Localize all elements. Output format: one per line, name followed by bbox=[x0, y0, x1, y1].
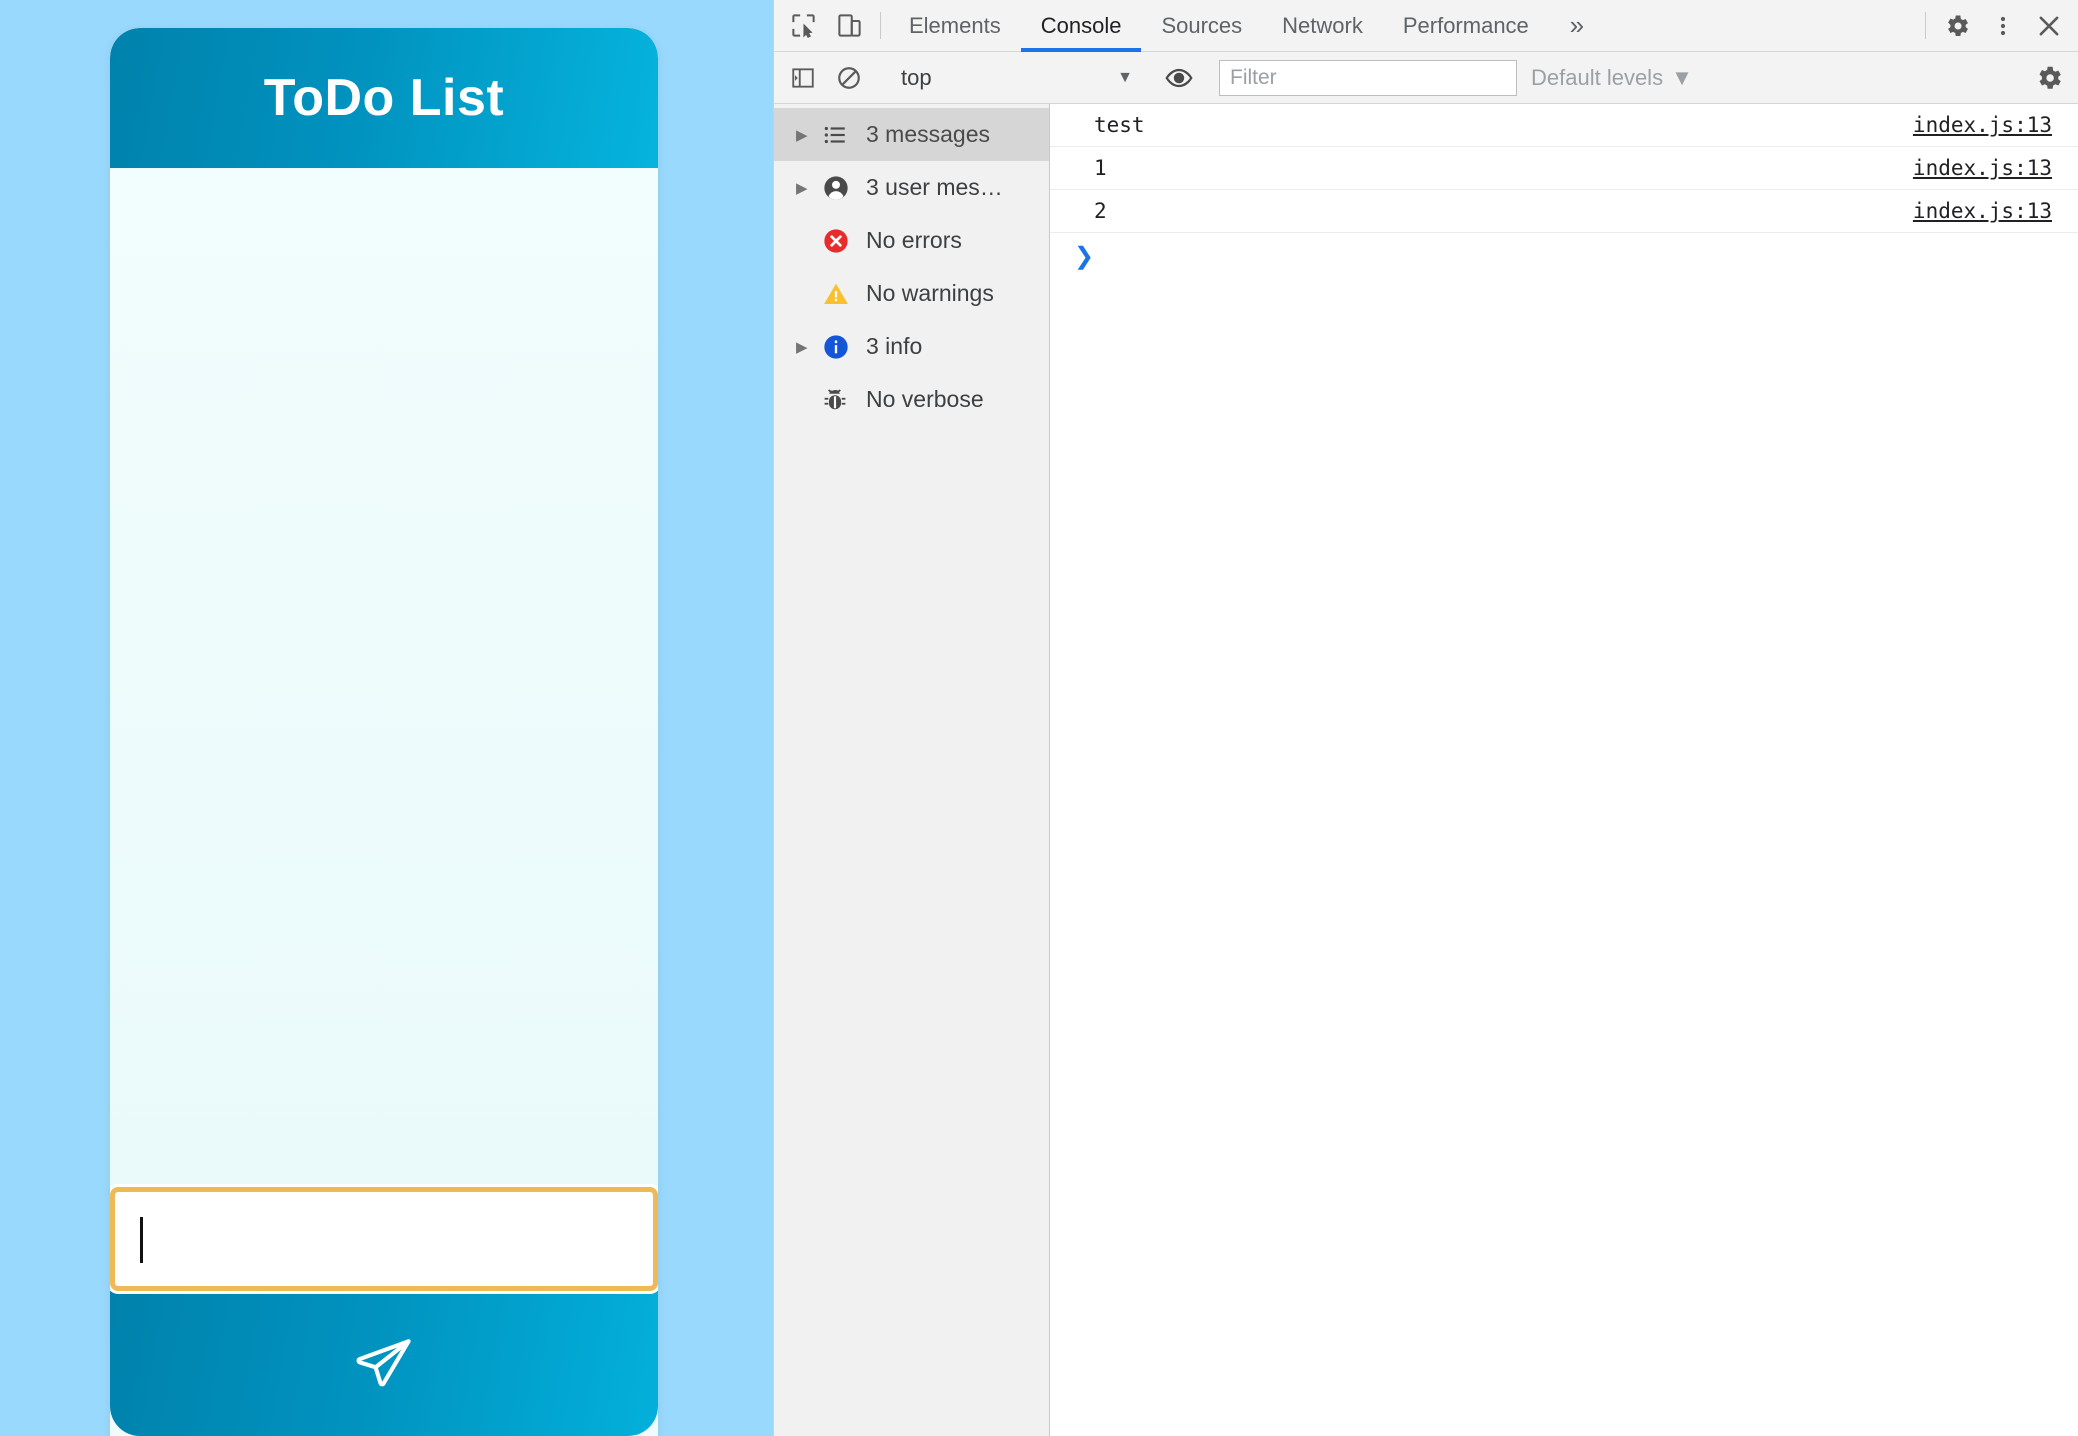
inspect-element-icon[interactable] bbox=[780, 0, 826, 51]
info-icon bbox=[822, 333, 866, 361]
disclosure-triangle-icon[interactable]: ▶ bbox=[796, 338, 822, 356]
chevron-down-icon: ▼ bbox=[1117, 68, 1133, 86]
three-dots-menu-icon[interactable] bbox=[1980, 0, 2026, 51]
todo-text-input[interactable] bbox=[110, 1187, 658, 1291]
warning-icon bbox=[822, 280, 866, 308]
sidebar-item-errors[interactable]: No errors bbox=[774, 214, 1049, 267]
sidebar-item-label: No errors bbox=[866, 227, 962, 253]
tab-elements[interactable]: Elements bbox=[889, 0, 1021, 51]
todo-header: ToDo List bbox=[110, 28, 658, 168]
devtools-tabstrip: Elements Console Sources Network Perform… bbox=[774, 0, 2078, 52]
execution-context-value: top bbox=[901, 64, 932, 90]
send-paper-plane-icon bbox=[353, 1333, 415, 1395]
console-toolbar: top ▼ Default levels ▼ bbox=[774, 52, 2078, 104]
chevron-down-icon: ▼ bbox=[1671, 64, 1693, 90]
sidebar-item-verbose[interactable]: No verbose bbox=[774, 373, 1049, 426]
disclosure-triangle-icon[interactable]: ▶ bbox=[796, 126, 822, 144]
tab-performance[interactable]: Performance bbox=[1383, 0, 1549, 51]
todo-item-list bbox=[110, 168, 658, 1187]
sidebar-item-label: 3 user mes… bbox=[866, 174, 1003, 200]
page-title: ToDo List bbox=[263, 69, 505, 127]
error-icon bbox=[822, 227, 866, 255]
console-message-row[interactable]: 2 index.js:13 bbox=[1050, 190, 2078, 233]
user-icon bbox=[822, 174, 866, 202]
console-message-row[interactable]: test index.js:13 bbox=[1050, 104, 2078, 147]
tab-sources[interactable]: Sources bbox=[1141, 0, 1262, 51]
sidebar-item-label: 3 messages bbox=[866, 121, 991, 147]
console-message-text: 1 bbox=[1094, 156, 1107, 180]
tab-console[interactable]: Console bbox=[1020, 0, 1142, 52]
console-message-source-link[interactable]: index.js:13 bbox=[1913, 156, 2052, 180]
close-icon[interactable] bbox=[2026, 0, 2072, 51]
more-tabs-icon[interactable]: » bbox=[1549, 0, 1605, 51]
toolbar-divider bbox=[1925, 12, 1926, 39]
console-message-row[interactable]: 1 index.js:13 bbox=[1050, 147, 2078, 190]
clear-console-icon[interactable] bbox=[826, 65, 872, 91]
sidebar-item-label: No verbose bbox=[866, 386, 984, 412]
todo-app-card: ToDo List bbox=[110, 28, 658, 1436]
console-message-source-link[interactable]: index.js:13 bbox=[1913, 199, 2052, 223]
prompt-chevron-icon: ❯ bbox=[1074, 242, 1095, 270]
tab-label: Performance bbox=[1402, 12, 1529, 38]
console-messages-list: test index.js:13 1 index.js:13 2 index.j… bbox=[1050, 104, 2078, 1436]
toolbar-divider bbox=[880, 12, 881, 39]
console-prompt[interactable]: ❯ bbox=[1050, 233, 2078, 279]
tab-label: Console bbox=[1040, 12, 1122, 38]
show-console-sidebar-icon[interactable] bbox=[780, 65, 826, 91]
devtools-panel: Elements Console Sources Network Perform… bbox=[773, 0, 2078, 1436]
tab-label: Sources bbox=[1161, 12, 1243, 38]
tab-label: Network bbox=[1282, 12, 1363, 38]
execution-context-dropdown[interactable]: top ▼ bbox=[889, 65, 1139, 91]
log-levels-dropdown[interactable]: Default levels ▼ bbox=[1517, 65, 1707, 91]
console-filter-input[interactable] bbox=[1219, 59, 1517, 96]
console-body: ▶ 3 messages ▶ 3 user mes… No errors No … bbox=[774, 104, 2078, 1436]
list-icon bbox=[822, 122, 866, 148]
page-viewport: ToDo List bbox=[0, 0, 773, 1436]
tabstrip-spacer bbox=[1605, 0, 1917, 51]
add-todo-button[interactable] bbox=[110, 1291, 658, 1436]
console-sidebar: ▶ 3 messages ▶ 3 user mes… No errors No … bbox=[774, 104, 1050, 1436]
sidebar-item-info[interactable]: ▶ 3 info bbox=[774, 320, 1049, 373]
device-toolbar-icon[interactable] bbox=[826, 0, 872, 51]
sidebar-item-messages[interactable]: ▶ 3 messages bbox=[774, 108, 1049, 161]
gear-icon[interactable] bbox=[1934, 0, 1980, 51]
tab-network[interactable]: Network bbox=[1262, 0, 1383, 51]
text-cursor bbox=[140, 1217, 143, 1263]
sidebar-item-warnings[interactable]: No warnings bbox=[774, 267, 1049, 320]
console-message-text: 2 bbox=[1094, 199, 1107, 223]
console-message-source-link[interactable]: index.js:13 bbox=[1913, 113, 2052, 137]
bug-icon bbox=[822, 387, 866, 413]
create-live-expression-icon[interactable] bbox=[1156, 63, 1202, 93]
tab-label: Elements bbox=[909, 12, 1001, 38]
sidebar-item-label: No warnings bbox=[866, 280, 994, 306]
disclosure-triangle-icon[interactable]: ▶ bbox=[796, 179, 822, 197]
console-message-text: test bbox=[1094, 113, 1145, 137]
todo-input-container bbox=[110, 1187, 658, 1291]
sidebar-item-user-messages[interactable]: ▶ 3 user mes… bbox=[774, 161, 1049, 214]
log-levels-label: Default levels bbox=[1531, 64, 1664, 90]
console-settings-gear-icon[interactable] bbox=[2026, 63, 2072, 93]
sidebar-item-label: 3 info bbox=[866, 333, 923, 359]
